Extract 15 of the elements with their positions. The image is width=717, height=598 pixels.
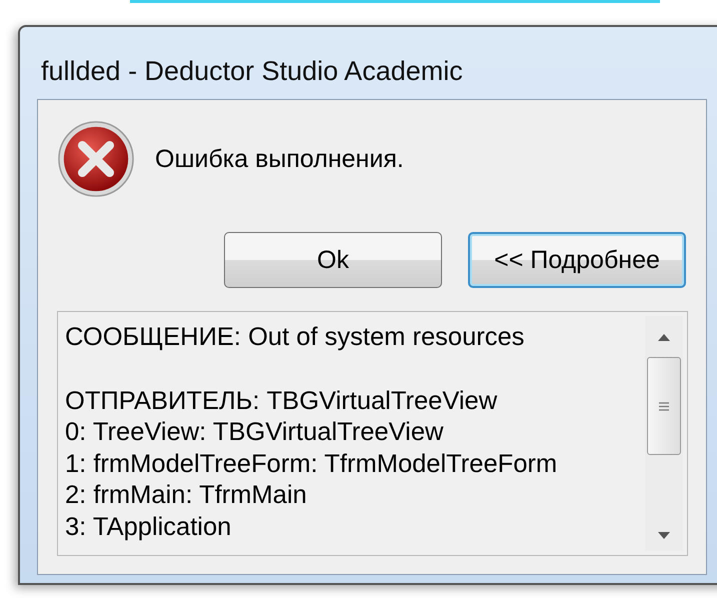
scroll-thumb[interactable]	[647, 357, 681, 455]
details-line: 2: frmMain: TfrmMain	[65, 480, 308, 511]
scroll-up-arrow-icon[interactable]	[658, 334, 670, 341]
details-line: 1: frmModelTreeForm: TfrmModelTreeForm	[65, 448, 558, 480]
error-message: Ошибка выполнения.	[155, 144, 404, 174]
dialog-button[interactable]: Ok	[224, 232, 442, 288]
window-title: fullded - Deductor Studio Academic	[40, 55, 464, 88]
details-line: ОТПРАВИТЕЛЬ: TBGVirtualTreeView	[65, 386, 498, 416]
details-line: СООБЩЕНИЕ: Out of system resources	[65, 322, 526, 353]
details-line: 0: TreeView: TBGVirtualTreeView	[65, 417, 444, 448]
error-icon	[57, 120, 135, 198]
scrollbar[interactable]	[645, 316, 683, 551]
scroll-down-arrow-icon[interactable]	[658, 532, 670, 539]
dialog-button[interactable]: << Подробнее	[468, 232, 686, 288]
details-line: 3: TApplication	[65, 512, 232, 542]
